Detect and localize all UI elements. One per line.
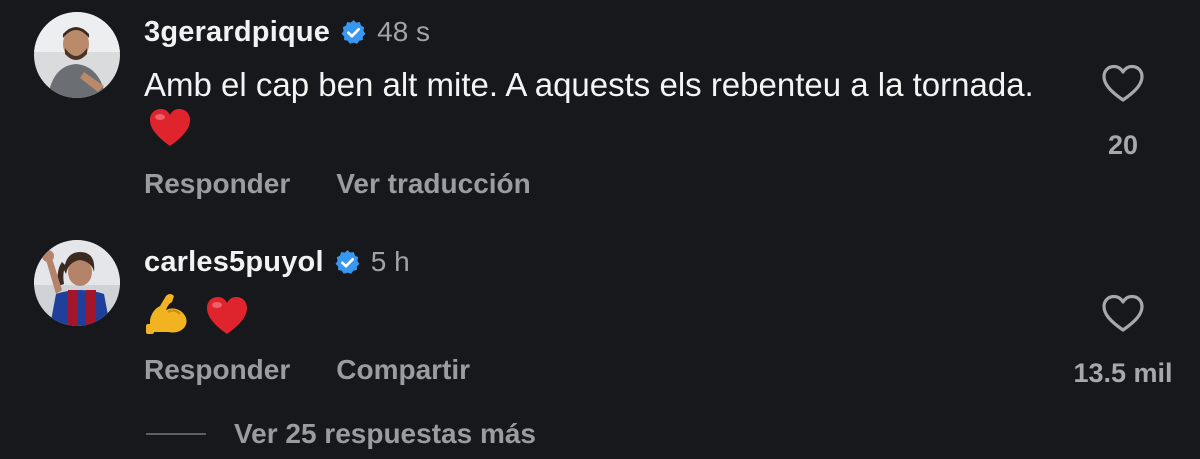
like-count: 13.5 mil [1073,358,1173,388]
comment-header: carles5puyol 5 h [144,242,410,282]
like-column: 13.5 mil [1063,294,1183,389]
comment-item: carles5puyol 5 h Responder Compartir 13.… [0,0,1200,459]
heart-outline-icon[interactable] [1101,294,1145,334]
comment-actions: Responder Compartir [144,354,516,386]
reply-button[interactable]: Responder [144,354,290,386]
comment-text-block [144,290,1044,348]
verified-badge-icon [334,249,361,276]
replies-divider [146,433,206,435]
timestamp: 5 h [370,246,410,277]
view-more-replies-label: Ver 25 respuestas más [234,418,536,449]
red-heart-icon [205,296,249,348]
avatar[interactable] [34,240,120,326]
flexed-biceps-icon [144,290,192,348]
view-more-replies-button[interactable]: Ver 25 respuestas más [146,418,536,450]
share-button[interactable]: Compartir [336,354,470,386]
username[interactable]: carles5puyol [144,246,324,279]
